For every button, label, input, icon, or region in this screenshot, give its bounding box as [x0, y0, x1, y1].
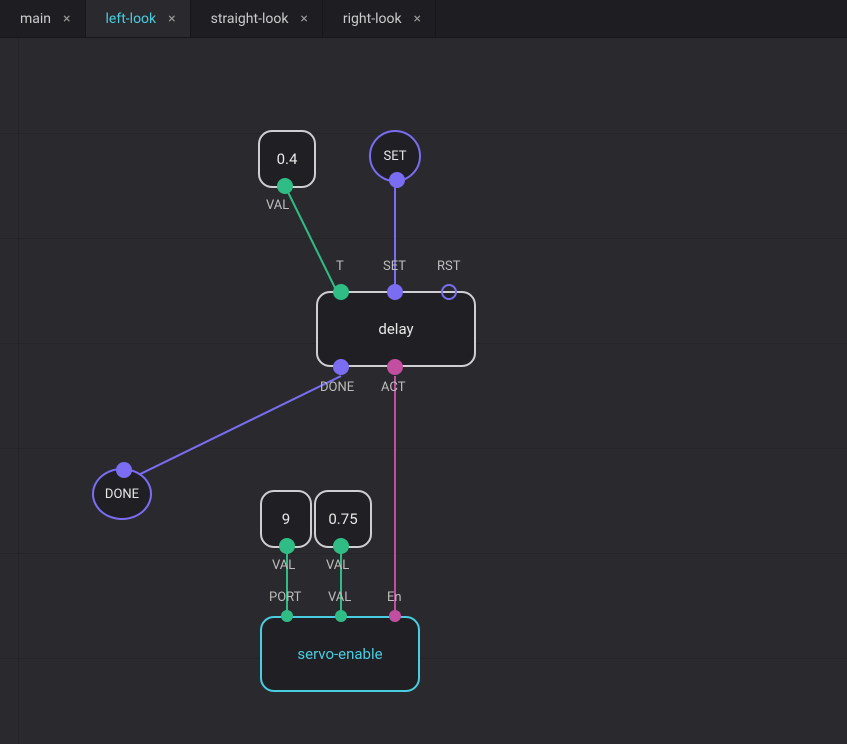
port-label: VAL [272, 558, 295, 573]
done-terminal[interactable]: DONE [92, 468, 152, 520]
tab-right-look[interactable]: right-look × [323, 0, 436, 37]
port-label: VAL [328, 590, 351, 605]
input-port-port[interactable] [281, 610, 293, 622]
tab-main[interactable]: main × [0, 0, 86, 37]
input-port-done[interactable] [116, 462, 132, 478]
wires-layer [0, 38, 847, 744]
servo-enable-node[interactable]: servo-enable [260, 616, 420, 692]
input-port-en[interactable] [389, 610, 401, 622]
tab-label: straight-look [211, 11, 289, 27]
set-terminal[interactable]: SET [369, 130, 421, 182]
tab-left-look[interactable]: left-look × [86, 0, 191, 37]
output-port-done[interactable] [333, 359, 349, 375]
output-port-val[interactable] [279, 538, 295, 554]
port-label: VAL [266, 198, 289, 213]
constant-value: 0.4 [277, 150, 298, 168]
port-label: T [336, 259, 344, 274]
port-label: PORT [269, 590, 301, 605]
output-port-val[interactable] [277, 178, 293, 194]
output-port-set[interactable] [389, 172, 405, 188]
tab-bar: main × left-look × straight-look × right… [0, 0, 847, 38]
tab-straight-look[interactable]: straight-look × [191, 0, 323, 37]
close-icon[interactable]: × [414, 12, 421, 26]
input-port-val[interactable] [335, 610, 347, 622]
port-label: DONE [320, 380, 354, 395]
port-label: VAL [326, 558, 349, 573]
tab-label: left-look [106, 11, 157, 27]
input-port-t[interactable] [333, 284, 349, 300]
node-editor-canvas[interactable]: 0.4 VAL SET T SET RST delay DONE ACT DON… [0, 38, 847, 744]
input-port-rst[interactable] [441, 284, 457, 300]
tab-label: main [20, 11, 51, 27]
node-title: delay [378, 320, 413, 338]
close-icon[interactable]: × [63, 12, 70, 26]
constant-value: 0.75 [328, 510, 357, 528]
port-label: SET [383, 259, 406, 274]
port-label: RST [437, 259, 461, 274]
node-title: servo-enable [297, 645, 382, 663]
close-icon[interactable]: × [168, 12, 175, 26]
tab-label: right-look [343, 11, 402, 27]
delay-node[interactable]: delay [316, 291, 476, 367]
output-port-act[interactable] [387, 359, 403, 375]
input-port-set[interactable] [387, 284, 403, 300]
port-label: ACT [381, 380, 405, 395]
constant-value: 9 [282, 510, 290, 528]
close-icon[interactable]: × [300, 12, 307, 26]
bubble-label: SET [384, 149, 407, 164]
bubble-label: DONE [105, 487, 139, 502]
output-port-val[interactable] [333, 538, 349, 554]
port-label: En [387, 590, 402, 605]
